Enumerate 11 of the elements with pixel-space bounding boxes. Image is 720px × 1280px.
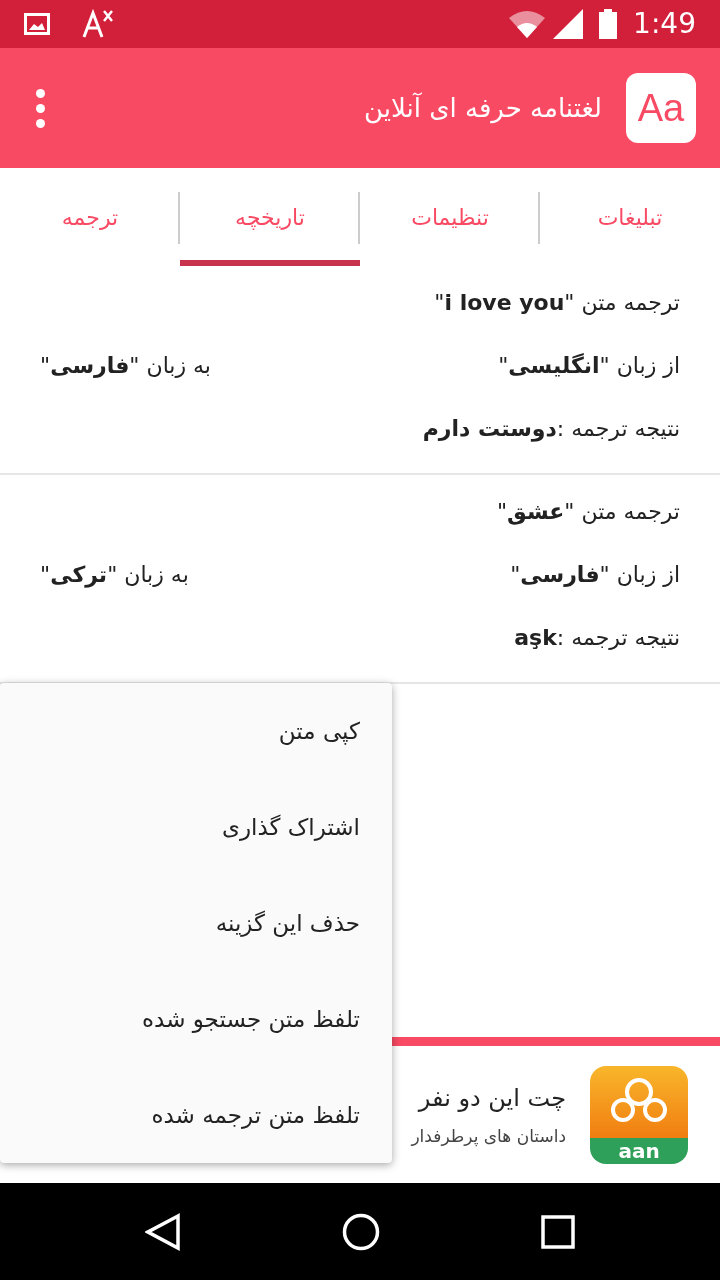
source-language: از زبان "فارسی"	[510, 561, 680, 589]
app-logo: Aa	[626, 73, 696, 143]
ad-subtitle: داستان های پرطرفدار	[411, 1124, 566, 1149]
ad-title: چت این دو نفر	[416, 1082, 566, 1114]
target-language: به زبان "ترکی"	[40, 561, 189, 590]
source-language: از زبان "انگلیسی"	[498, 352, 680, 380]
app-title: لغتنامه حرفه ای آنلاین	[363, 91, 602, 126]
target-language: به زبان "فارسی"	[40, 352, 211, 380]
source-text: ترجمه متن "عشق"	[495, 498, 680, 527]
translation-result: نتیجه ترجمه :دوستت دارم	[421, 415, 680, 444]
clock: 1:49	[633, 6, 696, 42]
